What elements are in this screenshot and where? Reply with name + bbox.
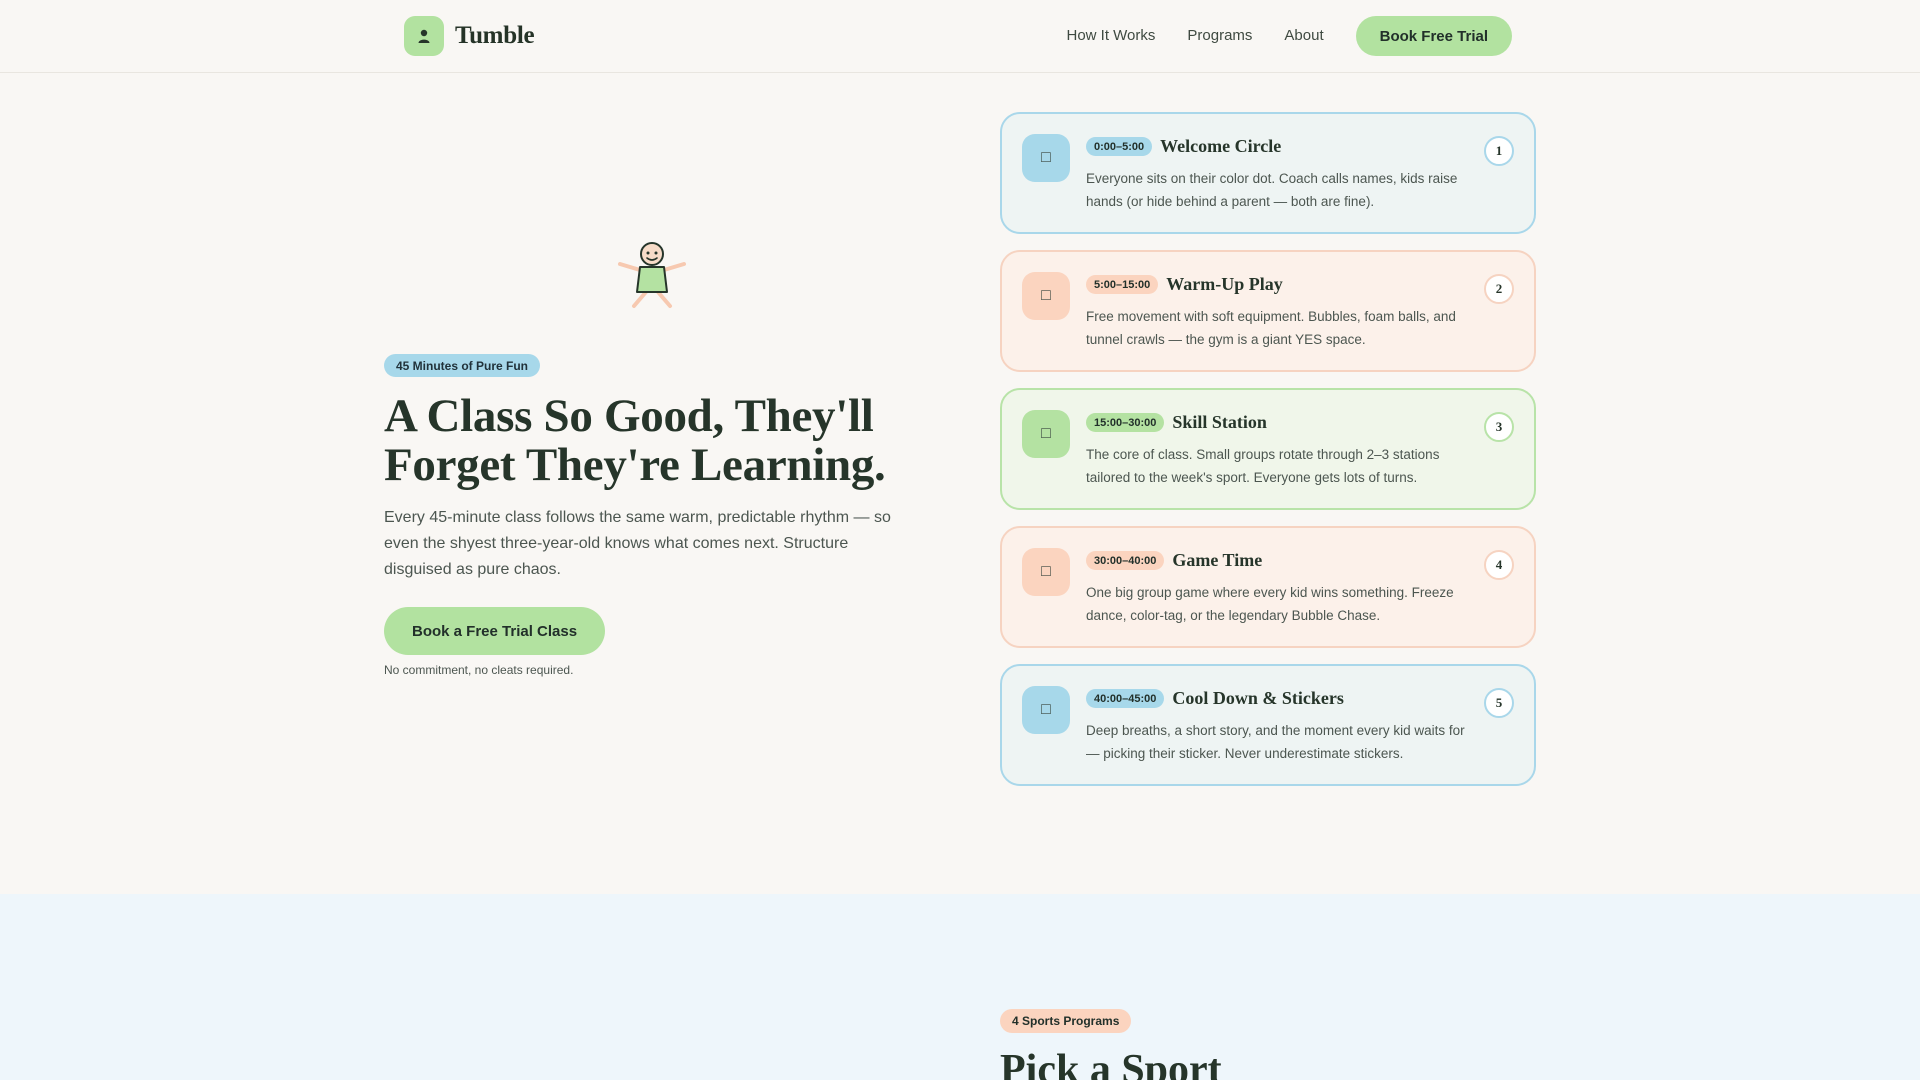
step-title: Warm-Up Play xyxy=(1166,274,1283,294)
step-icon: □ xyxy=(1022,548,1070,596)
nav-link-about[interactable]: About xyxy=(1284,16,1323,56)
top-nav: Tumble How It Works Programs About Book … xyxy=(0,0,1920,73)
step-description: Everyone sits on their color dot. Coach … xyxy=(1086,171,1458,209)
nav-links: How It Works Programs About Book Free Tr… xyxy=(1066,16,1512,56)
step-time-badge: 40:00–45:00 xyxy=(1086,689,1165,708)
nav-link-how-it-works[interactable]: How It Works xyxy=(1066,16,1155,56)
step-description: One big group game where every kid wins … xyxy=(1086,585,1454,623)
step-title: Welcome Circle xyxy=(1160,136,1282,156)
hero-title: A Class So Good, They'll Forget They're … xyxy=(384,392,944,490)
nav-link-programs[interactable]: Programs xyxy=(1187,16,1252,56)
step-title: Cool Down & Stickers xyxy=(1172,688,1344,708)
step-icon: □ xyxy=(1022,686,1070,734)
hero-title-line-2: Forget They're Learning. xyxy=(384,439,886,491)
step-icon: □ xyxy=(1022,134,1070,182)
step-number: 1 xyxy=(1484,136,1514,166)
hero-badge: 45 Minutes of Pure Fun xyxy=(384,354,541,377)
step-number: 3 xyxy=(1484,412,1514,442)
step-time-badge: 30:00–40:00 xyxy=(1086,551,1165,570)
step-icon: □ xyxy=(1022,272,1070,320)
step-number: 4 xyxy=(1484,550,1514,580)
programs-title: Pick a Sport xyxy=(1000,1047,1222,1080)
book-free-trial-button[interactable]: Book Free Trial xyxy=(1355,16,1512,56)
step-title: Game Time xyxy=(1172,550,1263,570)
brand-name: Tumble xyxy=(455,22,535,49)
step-description: The core of class. Small groups rotate t… xyxy=(1086,447,1440,485)
step-number: 5 xyxy=(1484,688,1514,718)
programs-section: 4 Sports Programs Pick a Sport xyxy=(0,894,1920,1080)
timeline-step-warm-up-play: □ 5:00–15:00 Warm-Up Play Free movement … xyxy=(1000,250,1536,372)
step-time-badge: 0:00–5:00 xyxy=(1086,137,1153,156)
book-trial-class-button[interactable]: Book a Free Trial Class xyxy=(384,607,606,655)
class-timeline: □ 0:00–5:00 Welcome Circle Everyone sits… xyxy=(1000,112,1536,802)
hero-description: Every 45-minute class follows the same w… xyxy=(384,509,891,578)
hero-note: No commitment, no cleats required. xyxy=(384,663,574,677)
timeline-step-welcome-circle: □ 0:00–5:00 Welcome Circle Everyone sits… xyxy=(1000,112,1536,234)
kid-mascot-illustration xyxy=(618,242,686,308)
step-time-badge: 15:00–30:00 xyxy=(1086,413,1165,432)
step-description: Free movement with soft equipment. Bubbl… xyxy=(1086,309,1456,347)
step-number: 2 xyxy=(1484,274,1514,304)
step-time-badge: 5:00–15:00 xyxy=(1086,275,1159,294)
timeline-step-cool-down: □ 40:00–45:00 Cool Down & Stickers Deep … xyxy=(1000,664,1536,786)
step-description: Deep breaths, a short story, and the mom… xyxy=(1086,723,1465,761)
step-icon: □ xyxy=(1022,410,1070,458)
programs-badge: 4 Sports Programs xyxy=(1000,1009,1132,1033)
timeline-step-skill-station: □ 15:00–30:00 Skill Station The core of … xyxy=(1000,388,1536,510)
step-title: Skill Station xyxy=(1172,412,1267,432)
timeline-step-game-time: □ 30:00–40:00 Game Time One big group ga… xyxy=(1000,526,1536,648)
person-icon xyxy=(404,16,444,56)
hero-title-line-1: A Class So Good, They'll xyxy=(384,390,874,442)
brand-logo[interactable]: Tumble xyxy=(404,16,535,56)
